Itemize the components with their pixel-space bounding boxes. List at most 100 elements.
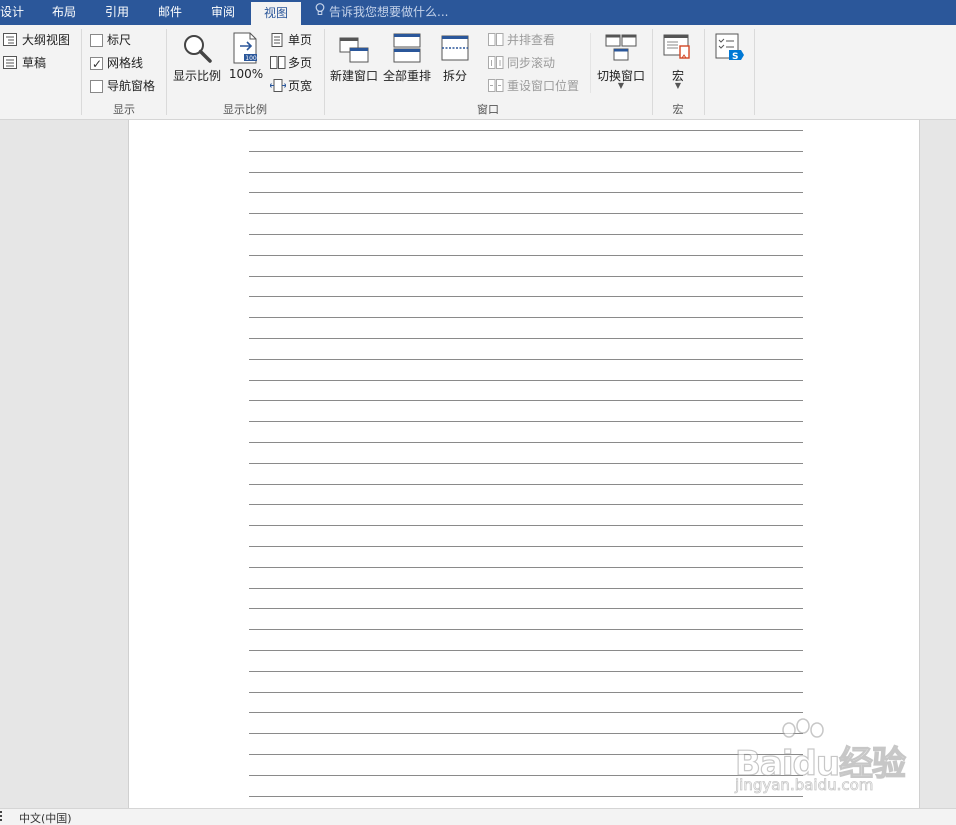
paw-icon [782,718,824,738]
side-by-side-icon [488,33,504,53]
navigation-pane-checkbox[interactable]: 导航窗格 [90,76,162,96]
language-indicator[interactable]: 中文(中国) [19,810,72,825]
reset-position-icon [488,79,504,99]
outline-view-button[interactable]: 大纲视图 [3,30,78,50]
group-label-macros: 宏 [672,103,684,116]
group-divider [590,33,591,93]
group-label-show: 显示 [113,103,135,116]
document-gridline [249,504,803,505]
gridlines-checkbox[interactable]: 网格线 [90,53,160,74]
document-gridline [249,317,803,318]
tab-layout[interactable]: 布局 [52,0,76,25]
document-gridline [249,775,803,776]
tab-references[interactable]: 引用 [105,0,129,25]
ruler-check-box[interactable] [90,34,103,47]
tell-me-placeholder: 告诉我您想要做什么... [329,5,449,19]
new-window-icon [339,32,369,67]
tab-mailings[interactable]: 邮件 [158,0,182,25]
document-page[interactable] [128,120,920,808]
macros-button[interactable]: 宏 ▼ [658,30,698,100]
watermark-url: jingyan.baidu.com [735,776,874,795]
view-side-by-side-button[interactable]: 并排查看 [488,30,568,50]
switch-windows-button[interactable]: 切换窗口 ▼ [595,30,647,100]
zoom-label: 显示比例 [172,69,221,83]
new-window-button[interactable]: 新建窗口 [329,30,379,90]
svg-text:100: 100 [245,55,257,62]
group-divider [704,29,705,115]
one-page-label: 单页 [288,33,313,47]
gridlines-check-box[interactable] [90,54,103,74]
navigation-pane-check-box[interactable] [90,80,103,93]
document-workspace[interactable] [0,120,956,808]
dropdown-caret-icon: ▼ [674,81,682,90]
group-divider [754,29,755,115]
sharepoint-properties-button[interactable]: S [710,30,750,70]
tab-review[interactable]: 审阅 [211,0,235,25]
document-gridline [249,796,803,797]
svg-text:S: S [732,52,738,62]
page-width-button[interactable]: 页宽 [269,76,320,99]
document-gridline [249,276,803,277]
draft-view-icon [3,56,18,76]
outline-view-label: 大纲视图 [22,33,71,47]
document-gridline [249,671,803,672]
reset-position-label: 重设窗口位置 [507,79,580,93]
document-gridline [249,567,803,568]
document-gridline [249,733,803,734]
document-gridline [249,400,803,401]
document-gridline [249,213,803,214]
switch-windows-icon [605,32,637,67]
split-button[interactable]: 拆分 [436,30,474,90]
document-gridline [249,546,803,547]
document-gridline [249,484,803,485]
ruler-checkbox[interactable]: 标尺 [90,30,160,50]
document-gridline [249,234,803,235]
document-gridline [249,172,803,173]
group-label-window: 窗口 [477,103,499,116]
sync-scroll-label: 同步滚动 [507,56,556,70]
document-gridline [249,380,803,381]
document-gridline [249,754,803,755]
document-gridline [249,692,803,693]
proofing-icon[interactable] [0,810,4,825]
arrange-all-label: 全部重排 [382,69,431,83]
sharepoint-icon: S [714,32,746,67]
dropdown-caret-icon: ▼ [617,81,625,90]
zoom-button[interactable]: 显示比例 [171,30,223,90]
document-gridline [249,525,803,526]
multiple-pages-icon [270,56,286,76]
ribbon-tab-bar: 设计 布局 引用 邮件 审阅 视图 告诉我您想要做什么... [0,0,956,25]
page-100-icon: 100 [232,32,260,67]
document-gridline [249,151,803,152]
one-page-button[interactable]: 单页 [270,30,320,50]
page-width-label: 页宽 [288,79,313,93]
document-gridline [249,359,803,360]
gridlines-label: 网格线 [107,56,144,70]
draft-view-label: 草稿 [22,56,47,70]
tab-view[interactable]: 视图 [251,2,302,25]
zoom-100-button[interactable]: 100 100% [226,30,266,90]
document-gridline [249,629,803,630]
document-gridline [249,442,803,443]
document-gridline [249,130,803,131]
navigation-pane-label: 导航窗格 [107,79,156,93]
document-gridline [249,463,803,464]
new-window-label: 新建窗口 [329,69,378,83]
arrange-all-icon [393,32,421,67]
document-gridline [249,255,803,256]
arrange-all-button[interactable]: 全部重排 [382,30,432,90]
document-gridline [249,296,803,297]
multiple-pages-button[interactable]: 多页 [270,53,320,73]
magnifier-icon [181,32,213,67]
status-bar: 中文(中国) [0,808,956,825]
lightbulb-icon [315,0,325,25]
document-gridline [249,192,803,193]
tell-me-box[interactable]: 告诉我您想要做什么... [315,0,448,25]
tab-design[interactable]: 设计 [0,0,24,25]
page-width-icon [269,79,287,99]
synchronous-scrolling-button[interactable]: 同步滚动 [488,53,568,73]
document-gridline [249,650,803,651]
draft-view-button[interactable]: 草稿 [3,53,78,73]
reset-window-position-button[interactable]: 重设窗口位置 [488,76,583,96]
split-label: 拆分 [442,69,467,83]
